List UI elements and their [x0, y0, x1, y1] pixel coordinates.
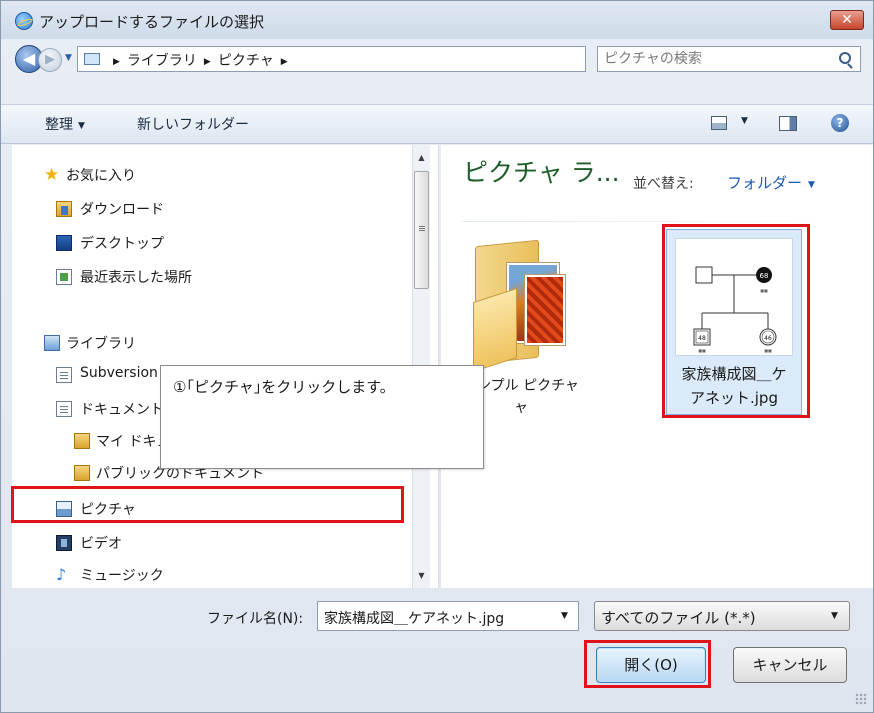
navigation-bar: ◀ ▶ ▼ ▶ライブラリ▶ピクチャ▶ ▼ ↻: [1, 39, 873, 79]
nav-item-desktop[interactable]: デスクトップ: [12, 229, 412, 257]
nav-item-label: お気に入り: [66, 168, 136, 184]
arrange-by-dropdown[interactable]: フォルダー ▼: [727, 172, 815, 193]
filename-dropdown-icon[interactable]: ▼: [561, 611, 568, 621]
breadcrumb-libraries[interactable]: ライブラリ: [127, 53, 197, 69]
chevron-down-icon: ▼: [808, 180, 815, 190]
instruction-text: ①｢ピクチャ｣をクリックします。: [173, 378, 395, 396]
internet-explorer-icon: [15, 12, 33, 30]
folder-icon: [74, 465, 90, 481]
breadcrumb: ▶ ライブラリ ▶ ピクチャ ▶: [106, 50, 295, 70]
library-icon: [44, 335, 60, 351]
preview-pane-icon[interactable]: [779, 116, 797, 131]
filetype-value: すべてのファイル (*.*): [601, 609, 756, 627]
new-folder-button[interactable]: 新しいフォルダー: [137, 114, 249, 134]
breadcrumb-separator-icon[interactable]: ▶: [281, 57, 288, 67]
close-button[interactable]: ✕: [830, 10, 864, 30]
desktop-icon: [56, 235, 72, 251]
downloads-folder-icon: [56, 201, 72, 217]
breadcrumb-separator-icon[interactable]: ▶: [204, 57, 211, 67]
change-view-icon[interactable]: [711, 116, 727, 130]
search-input[interactable]: [604, 49, 824, 69]
recent-places-icon: [56, 269, 72, 285]
nav-item-recent-places[interactable]: 最近表示した場所: [12, 263, 412, 291]
scroll-up-icon[interactable]: ▲: [413, 149, 430, 167]
nav-item-label: 最近表示した場所: [80, 270, 192, 286]
highlight-selected-file: [662, 224, 810, 418]
nav-item-label: Subversion: [80, 365, 158, 381]
nav-item-libraries[interactable]: ライブラリ: [12, 329, 412, 357]
organize-label: 整理: [45, 117, 73, 133]
document-icon: [56, 401, 72, 417]
folder-icon: [74, 433, 90, 449]
chevron-down-icon: ▼: [78, 121, 85, 131]
video-icon: [56, 535, 72, 551]
filetype-select[interactable]: すべてのファイル (*.*) ▼: [594, 601, 850, 631]
nav-item-videos[interactable]: ビデオ: [12, 529, 412, 557]
search-box: [597, 46, 861, 72]
resize-grip[interactable]: [855, 693, 867, 705]
nav-item-music[interactable]: ♪ ミュージック: [12, 561, 412, 589]
nav-item-downloads[interactable]: ダウンロード: [12, 195, 412, 223]
document-icon: [56, 367, 72, 383]
command-toolbar: 整理 ▼ 新しいフォルダー ▼ ?: [1, 104, 873, 144]
title-bar: アップロードするファイルの選択 ✕: [1, 1, 873, 39]
filetype-dropdown-icon[interactable]: ▼: [831, 611, 838, 621]
breadcrumb-separator-icon[interactable]: ▶: [113, 57, 120, 67]
instruction-callout: ①｢ピクチャ｣をクリックします。: [160, 365, 484, 469]
address-bar[interactable]: ▶ライブラリ▶ピクチャ▶ ▼ ↻: [77, 46, 652, 72]
organize-button[interactable]: 整理 ▼: [45, 114, 85, 134]
forward-button[interactable]: ▶: [38, 48, 62, 72]
nav-item-label: ドキュメント: [80, 402, 164, 418]
filename-combobox[interactable]: 家族構成図＿ケアネット.jpg ▼: [317, 601, 579, 631]
cancel-button[interactable]: キャンセル: [733, 647, 847, 683]
nav-item-label: ライブラリ: [66, 336, 136, 352]
filename-input[interactable]: 家族構成図＿ケアネット.jpg: [324, 608, 504, 628]
highlight-open-button: [584, 640, 711, 688]
arrange-by-label: 並べ替え:: [633, 176, 694, 192]
sample-pictures-folder-icon: [471, 235, 567, 373]
arrange-by-value: フォルダー: [727, 174, 803, 192]
window-title: アップロードするファイルの選択: [39, 13, 265, 31]
filename-label: ファイル名(N):: [207, 611, 304, 627]
search-icon[interactable]: [839, 52, 851, 64]
pictures-library-icon: [84, 53, 100, 65]
scrollbar-thumb[interactable]: [414, 171, 429, 289]
nav-item-label: ミュージック: [80, 568, 164, 584]
nav-item-label: デスクトップ: [80, 236, 164, 252]
music-icon: ♪: [56, 565, 67, 584]
nav-item-favorites[interactable]: ★ お気に入り: [12, 161, 412, 189]
help-icon[interactable]: ?: [831, 114, 849, 132]
star-icon: ★: [44, 165, 60, 185]
scroll-down-icon[interactable]: ▼: [413, 567, 430, 585]
highlight-pictures-item: [11, 486, 404, 523]
recent-pages-dropdown-icon[interactable]: ▼: [65, 53, 75, 63]
view-options-dropdown-icon[interactable]: ▼: [741, 116, 748, 126]
breadcrumb-pictures[interactable]: ピクチャ: [218, 53, 274, 69]
nav-item-label: ビデオ: [80, 536, 122, 552]
nav-item-label: ダウンロード: [80, 202, 164, 218]
